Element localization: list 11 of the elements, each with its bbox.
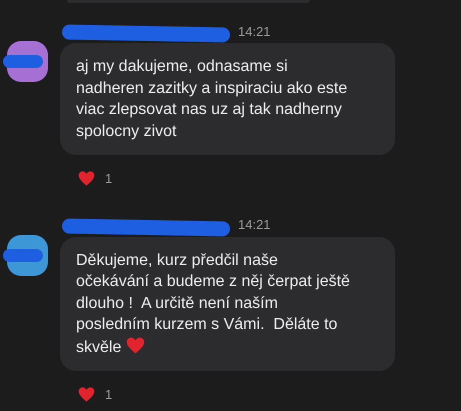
heart-icon (78, 386, 95, 404)
message-time: 14:21 (238, 216, 271, 234)
message-time: 14:21 (238, 22, 271, 40)
heart-icon (78, 170, 95, 188)
reaction-count: 1 (105, 170, 112, 188)
message-text: Děkujeme, kurz předčil naše očekávání a budeme z něj čerpat ještě dlouho ! A určitě není naším posledním kurzem s Vámi. Děláte to skvěle (76, 250, 351, 358)
redaction-mark (3, 55, 43, 68)
redaction-mark (3, 248, 43, 262)
heart-icon (126, 336, 145, 354)
reaction-count: 1 (105, 386, 112, 404)
message-text: aj my dakujeme, odnasame si nadheren zazitky a inspiraciu ako este viac zlepsovat nas uz aj tak nadherny spolocny zivot (76, 57, 348, 142)
